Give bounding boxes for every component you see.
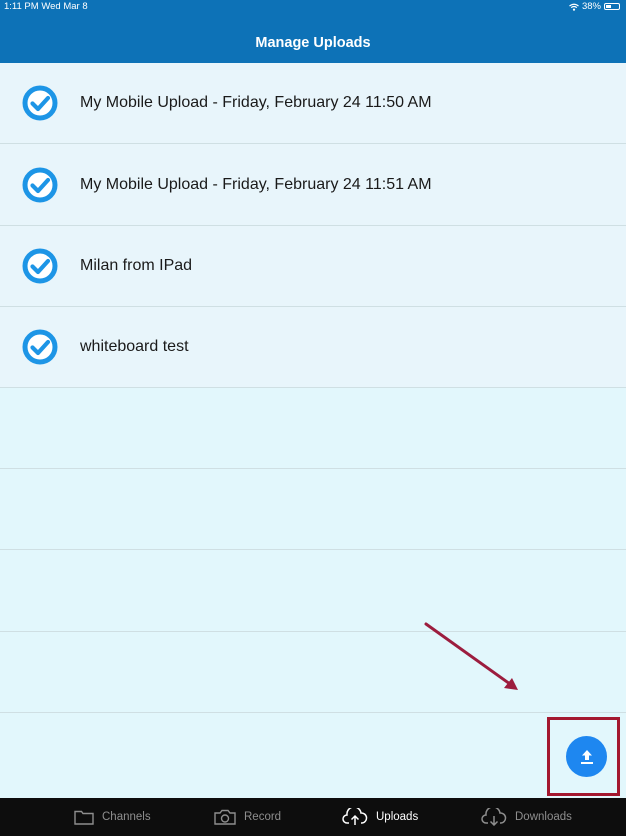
upload-item-label: My Mobile Upload - Friday, February 24 1…: [80, 176, 432, 193]
annotation-arrow: [424, 622, 518, 690]
check-circle-icon: [22, 167, 58, 203]
upload-icon: [580, 749, 593, 764]
upload-item[interactable]: My Mobile Upload - Friday, February 24 1…: [0, 63, 626, 144]
tab-channels[interactable]: Channels: [74, 798, 151, 836]
status-time: 1:11 PM Wed Mar 8: [4, 1, 88, 12]
tab-downloads[interactable]: Downloads: [481, 798, 572, 836]
upload-item[interactable]: whiteboard test: [0, 307, 626, 388]
cloud-download-icon: [481, 808, 507, 826]
app-screen: 1:11 PM Wed Mar 8 38% Manage Uploads My …: [0, 0, 626, 836]
status-bar: 1:11 PM Wed Mar 8 38%: [0, 0, 626, 14]
empty-row: [0, 632, 626, 713]
wifi-icon: [569, 3, 579, 11]
check-circle-icon: [22, 329, 58, 365]
tab-downloads-label: Downloads: [515, 811, 572, 823]
battery-percent: 38%: [581, 1, 601, 12]
tab-uploads-label: Uploads: [376, 811, 419, 823]
upload-item[interactable]: My Mobile Upload - Friday, February 24 1…: [0, 144, 626, 226]
page-title: Manage Uploads: [255, 35, 371, 51]
tab-record[interactable]: Record: [214, 798, 281, 836]
upload-item-label: whiteboard test: [80, 338, 189, 355]
folder-icon: [74, 810, 94, 825]
empty-row: [0, 550, 626, 632]
upload-item-label: Milan from IPad: [80, 257, 193, 274]
cloud-upload-icon: [342, 808, 368, 825]
tab-bar: Channels Record Uploads Downloads: [0, 798, 626, 836]
tab-channels-label: Channels: [102, 811, 151, 823]
header-bar: 1:11 PM Wed Mar 8 38% Manage Uploads: [0, 0, 626, 63]
camera-icon: [214, 809, 236, 825]
empty-row: [0, 469, 626, 550]
battery-icon: [604, 3, 620, 10]
status-right: 38%: [569, 1, 620, 12]
upload-button[interactable]: [566, 736, 607, 777]
tab-uploads[interactable]: Uploads: [342, 798, 418, 836]
empty-row: [0, 388, 626, 469]
tab-record-label: Record: [244, 811, 282, 823]
check-circle-icon: [22, 85, 58, 121]
upload-item-label: My Mobile Upload - Friday, February 24 1…: [80, 94, 432, 111]
upload-item[interactable]: Milan from IPad: [0, 226, 626, 307]
check-circle-icon: [22, 248, 58, 284]
